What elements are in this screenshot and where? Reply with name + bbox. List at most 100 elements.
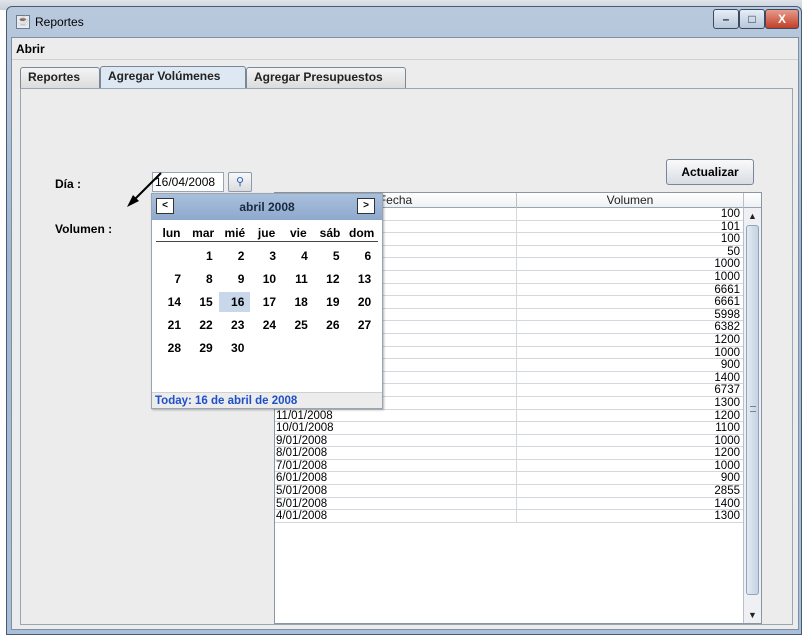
grip-icon — [750, 406, 756, 412]
weekday-label: sáb — [319, 226, 341, 240]
window-title: Reportes — [35, 15, 84, 29]
tab-reportes[interactable]: Reportes — [20, 67, 100, 88]
calendar-day[interactable]: 24 — [251, 315, 282, 335]
cell-volumen: 100 — [720, 233, 740, 246]
weekday-label: lun — [162, 226, 181, 240]
calendar-day[interactable]: 15 — [188, 292, 219, 312]
calendar-header: < abril 2008 > — [152, 194, 382, 220]
cell-volumen: 1000 — [714, 270, 740, 283]
tab-agregar-presupuestos[interactable]: Agregar Presupuestos — [246, 67, 406, 88]
date-picker-popup: < abril 2008 > lun mar mié jue vie sáb dom 123… — [151, 193, 383, 409]
cell-volumen: 6661 — [714, 283, 740, 296]
volumenes-panel: Día : Volumen : 16/04/2008 ⚲ Actualizar … — [20, 88, 793, 625]
table-row[interactable]: 5/01/2008 1400 — [275, 497, 743, 511]
calendar-day[interactable]: 17 — [251, 292, 282, 312]
minimize-button[interactable]: – — [713, 9, 739, 29]
calendar-day[interactable]: 12 — [315, 269, 346, 289]
cell-volumen: 50 — [727, 245, 740, 258]
table-row[interactable]: 6/01/2008 900 — [275, 472, 743, 486]
scroll-down-icon[interactable]: ▼ — [745, 608, 760, 622]
tab-agregar-volumenes[interactable]: Agregar Volúmenes — [100, 66, 246, 89]
calendar-day[interactable]: 5 — [315, 246, 346, 266]
cell-fecha: 8/01/2008 — [275, 447, 517, 459]
calendar-day[interactable]: 27 — [346, 315, 377, 335]
calendar-day[interactable]: 25 — [283, 315, 314, 335]
scroll-up-icon[interactable]: ▲ — [745, 209, 760, 223]
table-row[interactable]: 10/01/2008 1100 — [275, 422, 743, 435]
cell-volumen: 1000 — [714, 434, 740, 447]
calendar-pin-icon: ⚲ — [235, 176, 245, 188]
table-row[interactable]: 8/01/2008 1200 — [275, 447, 743, 460]
cell-fecha: 10/01/2008 — [275, 422, 517, 434]
cell-volumen: 1000 — [714, 346, 740, 359]
calendar-day[interactable]: 1 — [188, 246, 219, 266]
cell-volumen: 6382 — [714, 321, 740, 334]
calendar-day[interactable]: 23 — [219, 315, 250, 335]
table-row[interactable]: 9/01/2008 1000 — [275, 434, 743, 448]
calendar-day[interactable]: 3 — [251, 246, 282, 266]
calendar-day[interactable]: 21 — [156, 315, 187, 335]
calendar-picker-button[interactable]: ⚲ — [228, 172, 252, 192]
calendar-day[interactable]: 26 — [315, 315, 346, 335]
weekday-label: jue — [257, 226, 276, 240]
weekday-header: lun mar mié jue vie sáb dom — [156, 224, 378, 242]
cell-volumen: 1000 — [714, 459, 740, 472]
calendar-day[interactable]: 19 — [315, 292, 346, 312]
weekday-label: dom — [349, 226, 375, 240]
cell-volumen: 1000 — [714, 258, 740, 271]
actualizar-button[interactable]: Actualizar — [666, 159, 754, 185]
calendar-day[interactable]: 28 — [156, 338, 187, 358]
cell-fecha: 5/01/2008 — [275, 497, 517, 509]
calendar-day[interactable]: 22 — [188, 315, 219, 335]
table-row[interactable]: 7/01/2008 1000 — [275, 459, 743, 473]
scroll-thumb[interactable] — [746, 225, 759, 595]
calendar-day[interactable]: 30 — [219, 338, 250, 358]
table-corner — [743, 193, 761, 208]
app-window: ☕ Reportes – □ X Abrir Reportes Agregar … — [6, 6, 802, 635]
calendar-day[interactable]: 29 — [188, 338, 219, 358]
table-row[interactable]: 11/01/2008 1200 — [275, 409, 743, 423]
menu-bar: Abrir — [12, 38, 798, 60]
java-cup-icon: ☕ — [16, 15, 30, 29]
close-button[interactable]: X — [765, 9, 799, 29]
cell-fecha: 4/01/2008 — [275, 510, 517, 522]
cell-volumen: 100 — [720, 208, 740, 220]
calendar-day[interactable]: 9 — [219, 269, 250, 289]
menu-abrir[interactable]: Abrir — [16, 42, 45, 56]
calendar-day[interactable]: 8 — [188, 269, 219, 289]
today-link[interactable]: Today: 16 de abril de 2008 — [152, 392, 382, 408]
cell-volumen: 2855 — [714, 485, 740, 498]
cell-volumen: 1300 — [714, 396, 740, 409]
calendar-day[interactable]: 13 — [346, 269, 377, 289]
cell-volumen: 1100 — [715, 422, 740, 435]
cell-volumen: 1200 — [714, 409, 740, 422]
column-header-volumen[interactable]: Volumen — [517, 193, 743, 208]
calendar-day[interactable]: 6 — [346, 246, 377, 266]
vertical-scrollbar[interactable]: ▲ ▼ — [743, 208, 761, 623]
calendar-day[interactable]: 11 — [283, 269, 314, 289]
calendar-day[interactable]: 10 — [251, 269, 282, 289]
calendar-day[interactable]: 20 — [346, 292, 377, 312]
cell-volumen: 6737 — [714, 384, 740, 397]
window-client-area: Abrir Reportes Agregar Volúmenes Agregar… — [11, 37, 799, 630]
calendar-day[interactable]: 18 — [283, 292, 314, 312]
calendar-day[interactable]: 7 — [156, 269, 187, 289]
maximize-button[interactable]: □ — [739, 9, 765, 29]
cell-volumen: 1200 — [714, 333, 740, 346]
calendar-day[interactable]: 14 — [156, 292, 187, 312]
cell-volumen: 900 — [720, 359, 740, 372]
cell-fecha: 6/01/2008 — [275, 472, 517, 484]
table-row[interactable]: 4/01/2008 1300 — [275, 510, 743, 523]
dia-label: Día : — [55, 177, 82, 191]
cell-volumen: 1200 — [714, 447, 740, 460]
cell-fecha: 7/01/2008 — [275, 459, 517, 472]
calendar-day[interactable]: 16 — [219, 292, 251, 312]
calendar-day[interactable]: 4 — [283, 246, 314, 266]
title-bar[interactable]: ☕ Reportes – □ X — [7, 7, 801, 37]
cell-volumen: 6661 — [714, 296, 740, 309]
calendar-day[interactable]: 2 — [219, 246, 250, 266]
cell-fecha: 5/01/2008 — [275, 485, 517, 497]
weekday-label: mié — [224, 226, 246, 240]
table-row[interactable]: 5/01/2008 2855 — [275, 485, 743, 498]
next-month-button[interactable]: > — [357, 198, 375, 214]
